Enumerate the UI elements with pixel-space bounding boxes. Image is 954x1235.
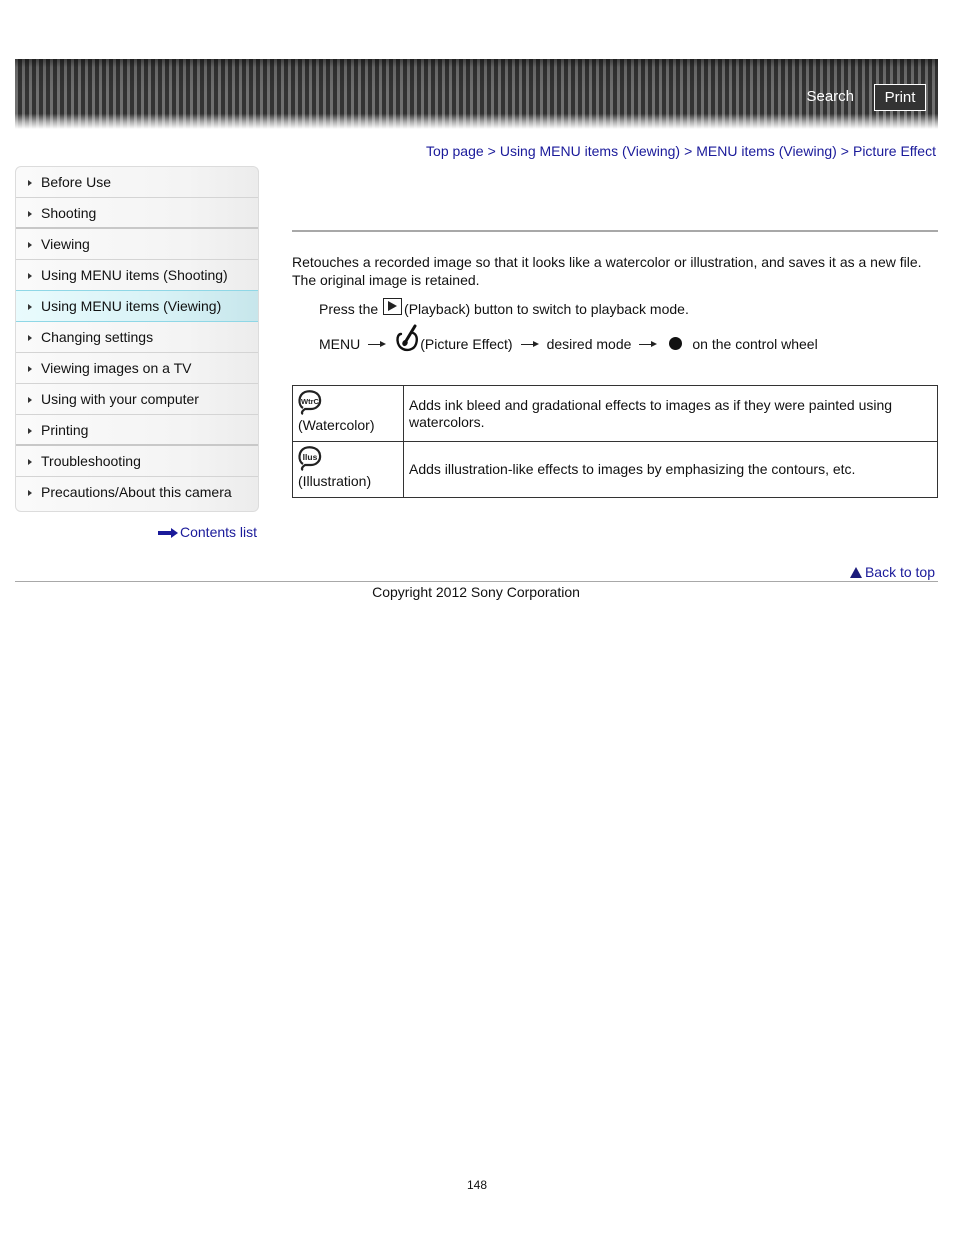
sidebar-item-changing-settings[interactable]: Changing settings bbox=[16, 322, 258, 353]
sidebar-item-label: Printing bbox=[41, 422, 89, 438]
caret-right-icon bbox=[28, 273, 32, 279]
caret-right-icon bbox=[28, 304, 32, 310]
step-menu-path: MENU (Picture Effect) desired mode on th… bbox=[319, 322, 818, 352]
arrow-right-icon bbox=[368, 340, 387, 348]
playback-icon bbox=[383, 298, 403, 315]
mode-label: (Watercolor) bbox=[298, 417, 375, 433]
desired-mode-label: desired mode bbox=[546, 336, 632, 352]
copyright-text: Copyright 2012 Sony Corporation bbox=[372, 584, 580, 600]
sidebar-item-label: Precautions/About this camera bbox=[41, 484, 232, 500]
caret-right-icon bbox=[28, 459, 32, 465]
caret-right-icon bbox=[28, 242, 32, 248]
step1-prefix: Press the bbox=[319, 301, 379, 317]
title-divider bbox=[292, 230, 938, 232]
mode-description: Adds illustration-like effects to images… bbox=[403, 441, 938, 498]
sidebar-item-precautions[interactable]: Precautions/About this camera bbox=[16, 477, 258, 511]
illustration-icon-text: Ilus bbox=[303, 452, 318, 462]
sidebar-item-troubleshooting[interactable]: Troubleshooting bbox=[16, 446, 258, 477]
breadcrumb-using-menu-viewing[interactable]: Using MENU items (Viewing) bbox=[500, 143, 680, 159]
sidebar-item-label: Viewing images on a TV bbox=[41, 360, 192, 376]
header-shade bbox=[15, 59, 938, 129]
mode-cell: Ilus (Illustration) bbox=[292, 441, 404, 498]
sidebar-item-label: Using MENU items (Shooting) bbox=[41, 267, 228, 283]
sidebar-item-using-menu-viewing[interactable]: Using MENU items (Viewing) bbox=[16, 290, 258, 322]
contents-list-link[interactable]: Contents list bbox=[158, 524, 257, 540]
sidebar-item-label: Changing settings bbox=[41, 329, 154, 345]
breadcrumb-picture-effect[interactable]: Picture Effect bbox=[853, 143, 936, 159]
caret-right-icon bbox=[28, 397, 32, 403]
search-link[interactable]: Search bbox=[806, 88, 854, 105]
illustration-icon: Ilus bbox=[298, 446, 322, 471]
intro-text: Retouches a recorded image so that it lo… bbox=[292, 254, 922, 288]
sidebar-item-shooting[interactable]: Shooting bbox=[16, 198, 258, 229]
sidebar-item-printing[interactable]: Printing bbox=[16, 415, 258, 446]
watercolor-icon-text: WtrC bbox=[301, 397, 319, 406]
sidebar-item-before-use[interactable]: Before Use bbox=[16, 167, 258, 198]
triangle-up-icon bbox=[849, 567, 862, 578]
caret-right-icon bbox=[28, 211, 32, 217]
picture-effect-modes-table: WtrC (Watercolor) Adds ink bleed and gra… bbox=[292, 385, 938, 498]
breadcrumb-menu-items-viewing[interactable]: MENU items (Viewing) bbox=[696, 143, 837, 159]
back-to-top-label: Back to top bbox=[864, 564, 935, 580]
picture-effect-icon bbox=[396, 324, 419, 352]
mode-description: Adds ink bleed and gradational effects t… bbox=[403, 385, 938, 442]
arrow-right-icon bbox=[158, 528, 178, 539]
footer-divider bbox=[15, 581, 938, 582]
sidebar-item-label: Using MENU items (Viewing) bbox=[41, 298, 222, 314]
back-to-top-link[interactable]: Back to top bbox=[849, 564, 935, 580]
sidebar-item-label: Using with your computer bbox=[41, 391, 199, 407]
caret-right-icon bbox=[28, 335, 32, 341]
breadcrumb-separator: > bbox=[487, 143, 496, 159]
caret-right-icon bbox=[28, 490, 32, 496]
caret-right-icon bbox=[28, 366, 32, 372]
control-wheel-label: on the control wheel bbox=[692, 336, 818, 352]
copyright: Copyright 2012 Sony Corporation bbox=[0, 584, 954, 600]
watercolor-icon: WtrC bbox=[298, 390, 322, 415]
caret-right-icon bbox=[28, 428, 32, 434]
breadcrumb-top-page[interactable]: Top page bbox=[426, 143, 484, 159]
arrow-right-icon bbox=[520, 340, 539, 348]
table-row: Ilus (Illustration) Adds illustration-li… bbox=[292, 441, 938, 498]
contents-list-label: Contents list bbox=[180, 524, 258, 540]
breadcrumb-separator: > bbox=[840, 143, 849, 159]
sidebar-item-label: Shooting bbox=[41, 205, 97, 221]
breadcrumb-separator: > bbox=[684, 143, 693, 159]
mode-label: (Illustration) bbox=[298, 473, 372, 489]
sidebar-item-label: Before Use bbox=[41, 174, 112, 190]
table-row: WtrC (Watercolor) Adds ink bleed and gra… bbox=[292, 385, 938, 442]
step-playback: Press the (Playback) button to switch to… bbox=[319, 298, 689, 317]
sidebar-item-viewing[interactable]: Viewing bbox=[16, 229, 258, 260]
step1-suffix: (Playback) button to switch to playback … bbox=[404, 301, 689, 317]
sidebar-item-label: Troubleshooting bbox=[41, 453, 141, 469]
print-button[interactable]: Print bbox=[874, 84, 926, 111]
breadcrumb: Top page > Using MENU items (Viewing) > MENU… bbox=[426, 143, 936, 159]
mode-cell: WtrC (Watercolor) bbox=[292, 385, 404, 442]
sidebar-item-viewing-on-tv[interactable]: Viewing images on a TV bbox=[16, 353, 258, 384]
sidebar-item-using-menu-shooting[interactable]: Using MENU items (Shooting) bbox=[16, 260, 258, 291]
menu-label: MENU bbox=[319, 336, 361, 352]
page-number: 148 bbox=[466, 1178, 488, 1192]
picture-effect-label: (Picture Effect) bbox=[420, 336, 513, 352]
arrow-right-icon bbox=[639, 340, 658, 348]
center-button-icon bbox=[669, 337, 683, 350]
caret-right-icon bbox=[28, 180, 32, 186]
sidebar-item-label: Viewing bbox=[41, 236, 90, 252]
sidebar-item-using-with-computer[interactable]: Using with your computer bbox=[16, 384, 258, 415]
sidebar-nav: Before Use Shooting Viewing Using MENU i… bbox=[15, 166, 259, 512]
header-bar: Search Print bbox=[15, 59, 938, 129]
